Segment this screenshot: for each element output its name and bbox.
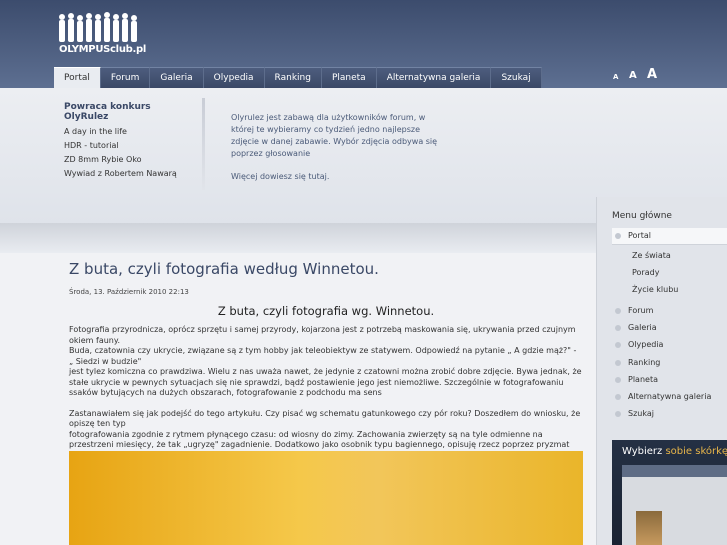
tab-szukaj[interactable]: Szukaj (491, 67, 542, 88)
featured-item[interactable]: ZD 8mm Rybie Oko (64, 155, 194, 164)
bullet-icon (615, 342, 621, 348)
sidebar-item-label: Szukaj (628, 409, 654, 418)
sidebar-item-portal[interactable]: Portal (612, 228, 727, 245)
tab-olypedia[interactable]: Olypedia (203, 67, 265, 88)
tab-alternatywna-galeria[interactable]: Alternatywna galeria (376, 67, 492, 88)
bullet-icon (615, 308, 621, 314)
article-body: Fotografia przyrodnicza, oprócz sprzętu … (69, 325, 583, 461)
tab-ranking[interactable]: Ranking (264, 67, 322, 88)
article-paragraph: Zastanawiałem się jak podejść do tego ar… (69, 408, 581, 429)
sidebar-item-label: Forum (628, 306, 654, 315)
skin-picker-accent: sobie skórkę (665, 446, 727, 457)
featured-divider (202, 98, 205, 190)
sidebar-item-forum[interactable]: Forum (612, 303, 727, 319)
font-size-small-button[interactable]: A (613, 73, 618, 81)
sidebar-subitem-porady[interactable]: Porady (632, 268, 659, 277)
sidebar-subitem-zycie-klubu[interactable]: Życie klubu (632, 285, 678, 294)
skin-picker-text: Wybierz sobie skórkę (622, 446, 727, 457)
featured-list: Powraca konkurs OlyRulez A day in the li… (64, 102, 194, 178)
article-subtitle: Z buta, czyli fotografia wg. Winnetou. (217, 304, 435, 318)
skin-picker-prefix: Wybierz (622, 446, 663, 457)
tab-portal[interactable]: Portal (54, 67, 101, 88)
sidebar-item-label: Ranking (628, 358, 661, 367)
sidebar-item-galeria[interactable]: Galeria (612, 320, 727, 336)
font-size-medium-button[interactable]: A (629, 70, 637, 81)
main-nav: Portal Forum Galeria Olypedia Ranking Pl… (54, 67, 542, 88)
sidebar-item-label: Planeta (628, 375, 658, 384)
skin-preview-bar (622, 465, 727, 477)
sidebar-item-szukaj[interactable]: Szukaj (612, 406, 727, 422)
logo-wordmark: OLYMPUSclub.pl (59, 44, 146, 55)
featured-item[interactable]: Wywiad z Robertem Nawarą (64, 169, 194, 178)
sidebar-item-label: Portal (628, 231, 651, 240)
sidebar-item-olypedia[interactable]: Olypedia (612, 337, 727, 353)
bullet-icon (615, 360, 621, 366)
bullet-icon (615, 394, 621, 400)
featured-more-link[interactable]: Więcej dowiesz się tutaj. (231, 171, 446, 183)
featured-item[interactable]: HDR - tutorial (64, 141, 194, 150)
sidebar-title: Menu główne (612, 211, 672, 221)
bullet-icon (615, 377, 621, 383)
sidebar-item-ranking[interactable]: Ranking (612, 355, 727, 371)
featured-title[interactable]: Powraca konkurs OlyRulez (64, 102, 194, 122)
skin-preview-thumbnail (636, 511, 662, 545)
tab-planeta[interactable]: Planeta (321, 67, 377, 88)
content-band (0, 223, 596, 253)
featured-description: Olyrulez jest zabawą dla użytkowników fo… (231, 112, 446, 194)
people-silhouettes-icon (59, 12, 137, 42)
sidebar-item-alternatywna-galeria[interactable]: Alternatywna galeria (612, 389, 727, 405)
featured-item[interactable]: A day in the life (64, 127, 194, 136)
featured-description-text: Olyrulez jest zabawą dla użytkowników fo… (231, 113, 438, 158)
bullet-icon (615, 325, 621, 331)
bullet-icon (615, 233, 621, 239)
skin-picker-banner[interactable]: Wybierz sobie skórkę (612, 440, 727, 545)
tab-galeria[interactable]: Galeria (150, 67, 204, 88)
article-title[interactable]: Z buta, czyli fotografia według Winnetou… (69, 260, 379, 278)
article-date: Środa, 13. Październik 2010 22:13 (69, 288, 189, 296)
sidebar-item-label: Galeria (628, 323, 657, 332)
article-paragraph: Buda, czatownia czy ukrycie, związane są… (69, 346, 577, 366)
sidebar-item-label: Alternatywna galeria (628, 392, 712, 401)
sidebar-subitem-ze-swiata[interactable]: Ze świata (632, 251, 671, 260)
bullet-icon (615, 411, 621, 417)
sidebar-item-label: Olypedia (628, 340, 664, 349)
tab-forum[interactable]: Forum (100, 67, 151, 88)
font-size-large-button[interactable]: A (647, 67, 657, 82)
sidebar-item-planeta[interactable]: Planeta (612, 372, 727, 388)
article-photo (69, 451, 583, 545)
article-paragraph: Fotografia przyrodnicza, oprócz sprzętu … (69, 325, 576, 345)
site-logo[interactable]: OLYMPUSclub.pl (57, 12, 147, 58)
skin-preview-image (622, 465, 727, 545)
article-paragraph: jest tylez komiczna co prawdziwa. Wielu … (69, 367, 582, 397)
